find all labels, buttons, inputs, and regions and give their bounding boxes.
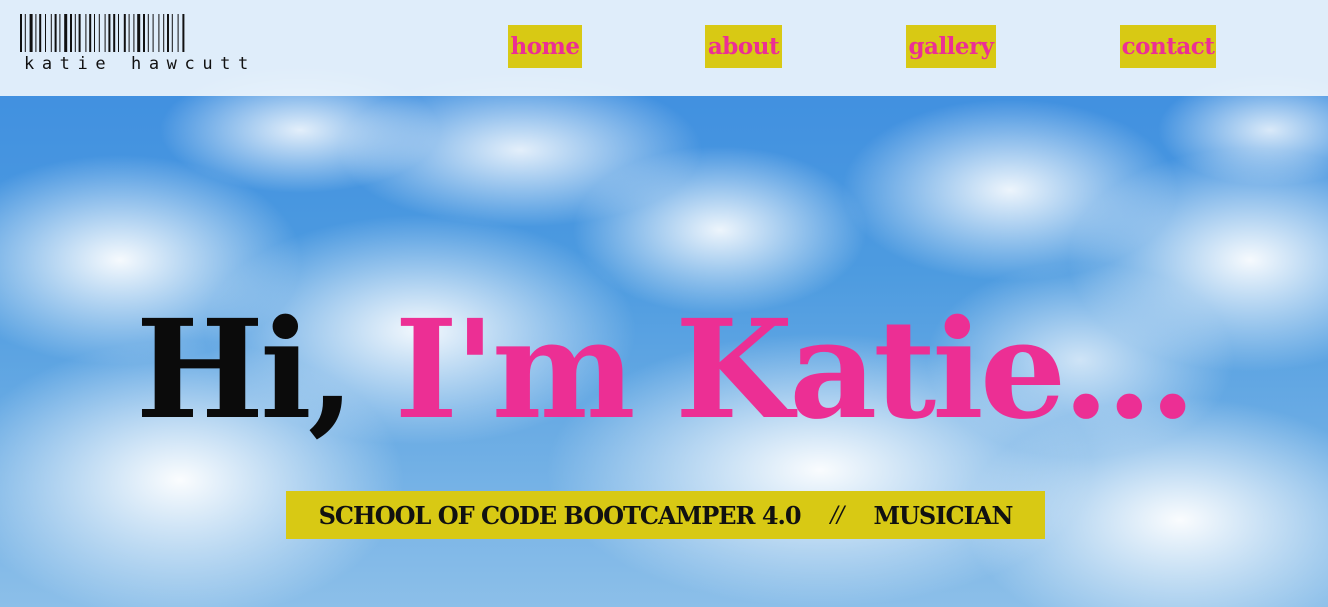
tagline-role-musician: MUSICIAN (873, 500, 1013, 530)
hero-name: I'm Katie... (394, 290, 1196, 450)
hero-heading: Hi, I'm Katie... (0, 290, 1328, 450)
nav-about-link[interactable]: about (705, 25, 782, 68)
logo-text: katie hawcutt (24, 54, 256, 74)
nav-contact-link[interactable]: contact (1120, 25, 1216, 68)
barcode-icon (20, 14, 185, 52)
tagline-separator: // (830, 502, 845, 528)
nav-gallery-link[interactable]: gallery (906, 25, 996, 68)
site-logo[interactable]: katie hawcutt (20, 14, 276, 74)
site-header: katie hawcutt home about gallery contact (0, 0, 1328, 96)
nav-home-link[interactable]: home (508, 25, 582, 68)
tagline-banner: SCHOOL OF CODE BOOTCAMPER 4.0 // MUSICIA… (286, 491, 1045, 539)
tagline-role-bootcamper: SCHOOL OF CODE BOOTCAMPER 4.0 (318, 500, 802, 530)
hero-greeting: Hi, (135, 290, 356, 450)
